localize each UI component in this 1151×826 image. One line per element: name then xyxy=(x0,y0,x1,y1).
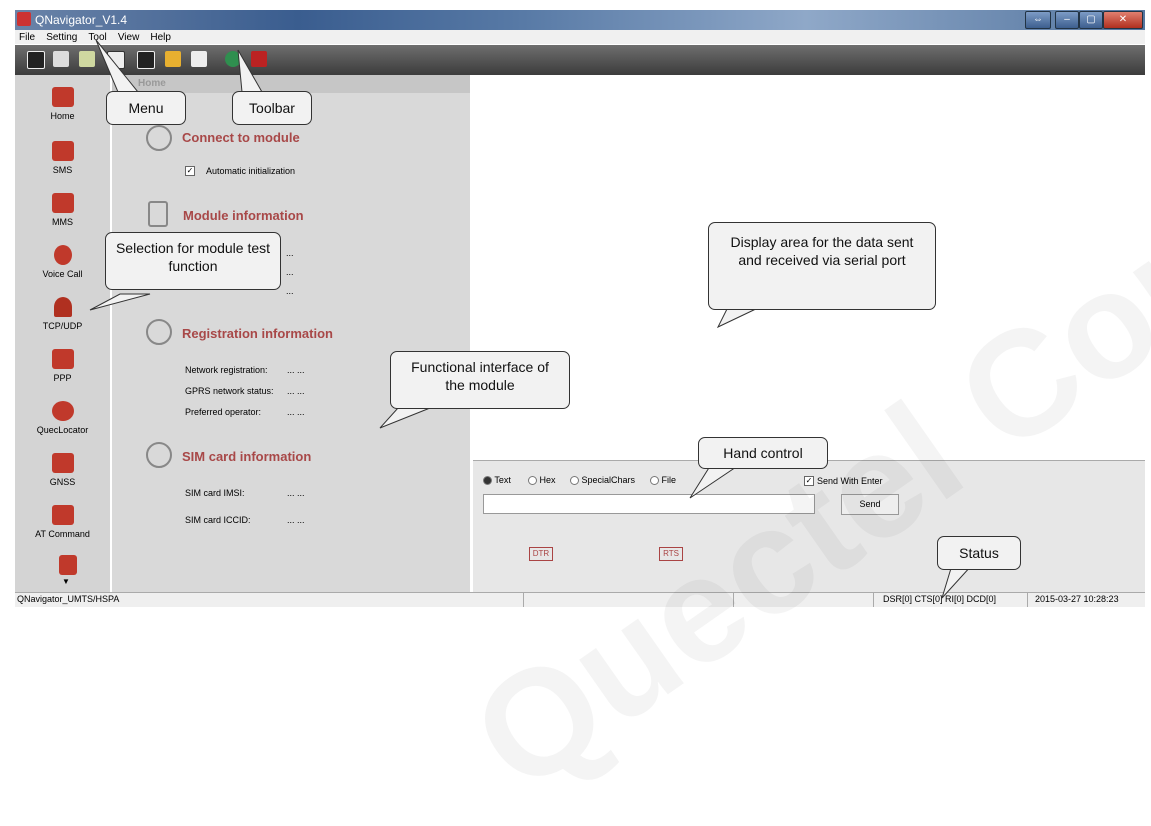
callout-status: Status xyxy=(937,536,1021,570)
callout-functional: Functional interface of the module xyxy=(390,351,570,409)
menu-pointer xyxy=(95,39,140,93)
callout-menu: Menu xyxy=(106,91,186,125)
callout-selection: Selection for module test function xyxy=(105,232,281,290)
callout-toolbar: Toolbar xyxy=(232,91,312,125)
selection-pointer xyxy=(89,293,151,311)
toolbar-pointer xyxy=(237,49,263,93)
callout-hand-control: Hand control xyxy=(698,437,828,469)
display-pointer xyxy=(716,306,761,329)
callout-display: Display area for the data sent and recei… xyxy=(708,222,936,310)
functional-pointer xyxy=(379,407,431,429)
